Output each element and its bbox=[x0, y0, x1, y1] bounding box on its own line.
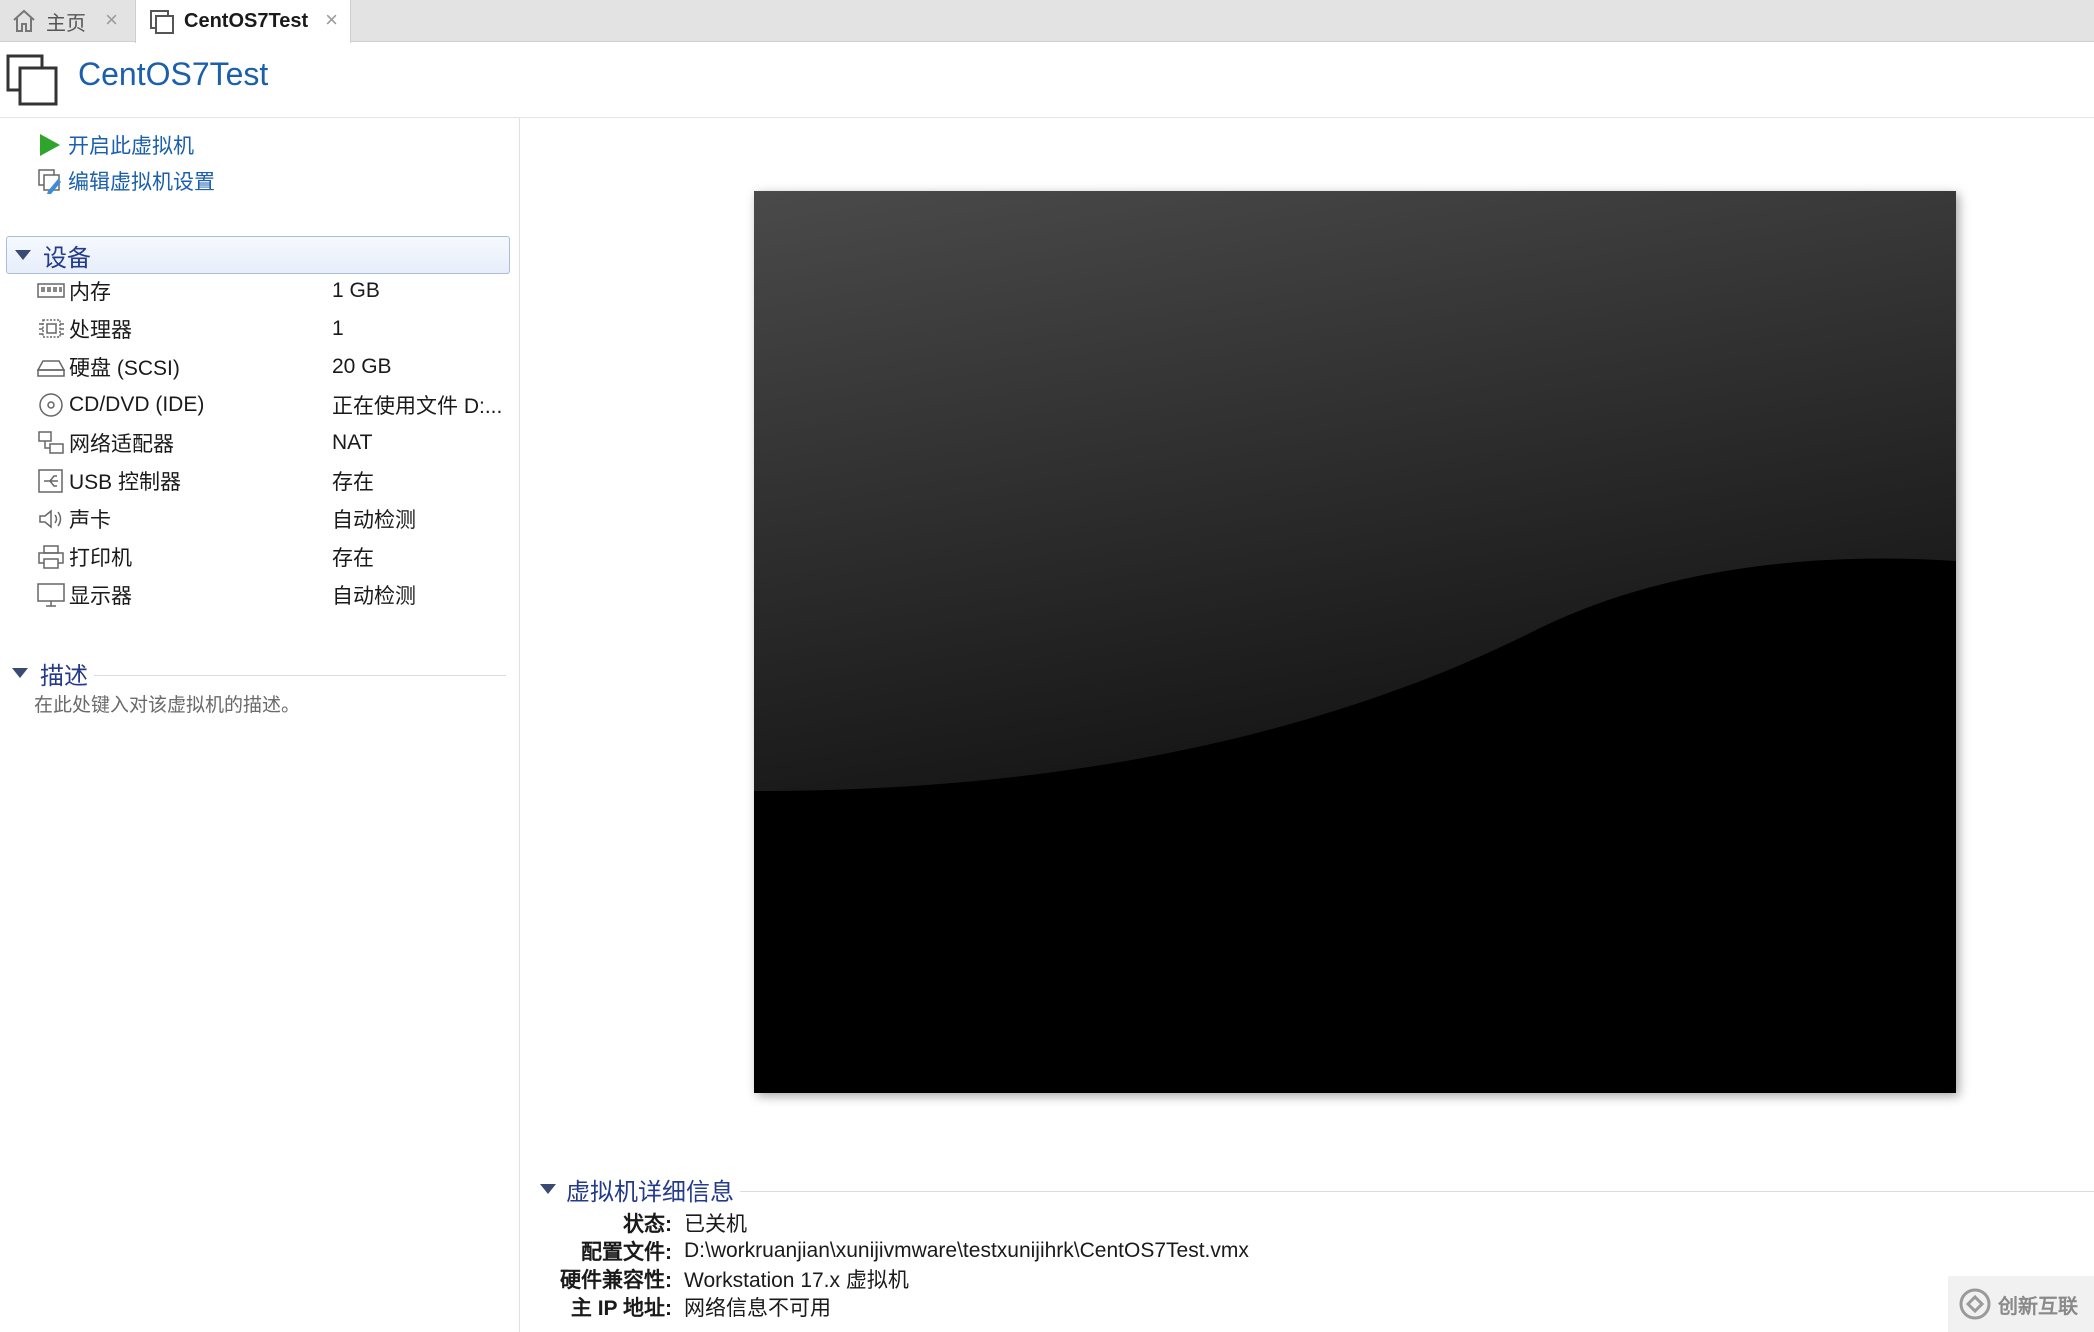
edit-settings-icon bbox=[38, 169, 61, 194]
detail-label: 状态: bbox=[623, 1213, 672, 1236]
device-value: 自动检测 bbox=[332, 509, 416, 532]
device-name: 显示器 bbox=[69, 585, 132, 608]
speaker-icon bbox=[39, 509, 62, 529]
vm-details-section-header[interactable]: 虚拟机详细信息 bbox=[540, 1172, 2094, 1206]
device-row-display[interactable]: 显示器 自动检测 bbox=[36, 578, 506, 612]
device-row-network-adapter[interactable]: 网络适配器 NAT bbox=[36, 426, 506, 460]
section-divider bbox=[94, 674, 506, 676]
home-icon bbox=[13, 9, 35, 32]
monitor-icon bbox=[37, 583, 65, 607]
device-value: 存在 bbox=[332, 471, 374, 494]
section-divider bbox=[740, 1190, 2094, 1192]
device-value: 1 GB bbox=[332, 279, 380, 302]
tab-centos7test[interactable]: CentOS7Test × bbox=[135, 0, 351, 43]
tab-home-label: 主页 bbox=[46, 12, 86, 35]
detail-value: D:\workruanjian\xunijivmware\testxunijih… bbox=[684, 1239, 1249, 1262]
detail-row-status: 状态: 已关机 bbox=[540, 1209, 1840, 1237]
detail-row-ip-address: 主 IP 地址: 网络信息不可用 bbox=[540, 1293, 1840, 1321]
memory-icon bbox=[37, 283, 65, 298]
hard-disk-icon bbox=[36, 360, 66, 377]
watermark: 创新互联 bbox=[1948, 1276, 2094, 1332]
device-value: 存在 bbox=[332, 547, 374, 570]
device-value: 1 bbox=[332, 317, 344, 340]
device-name: 处理器 bbox=[69, 319, 132, 342]
edit-settings-link[interactable]: 编辑虚拟机设置 bbox=[36, 166, 215, 196]
device-value: 20 GB bbox=[332, 355, 392, 378]
play-icon bbox=[40, 134, 60, 156]
vm-header: CentOS7Test bbox=[0, 42, 2094, 118]
device-row-usb[interactable]: USB 控制器 存在 bbox=[36, 464, 506, 498]
watermark-text: 创新互联 bbox=[1998, 1295, 2078, 1318]
device-row-memory[interactable]: 内存 1 GB bbox=[36, 274, 506, 308]
cd-dvd-icon bbox=[39, 393, 63, 417]
detail-row-hardware-compat: 硬件兼容性: Workstation 17.x 虚拟机 bbox=[540, 1265, 1840, 1293]
vm-large-icon bbox=[6, 54, 58, 106]
device-name: 内存 bbox=[69, 281, 111, 304]
tab-bar: 主页 × CentOS7Test × bbox=[0, 0, 2094, 43]
device-value: 正在使用文件 D:... bbox=[332, 395, 503, 418]
detail-value: 已关机 bbox=[684, 1213, 747, 1236]
tab-home-close-icon[interactable]: × bbox=[105, 9, 118, 31]
power-on-label: 开启此虚拟机 bbox=[68, 135, 194, 158]
collapse-triangle-icon bbox=[12, 668, 28, 678]
device-name: 硬盘 (SCSI) bbox=[69, 357, 180, 380]
left-panel: 开启此虚拟机 编辑虚拟机设置 设备 内存 1 GB 处理器 1 硬盘 (SCSI… bbox=[0, 118, 520, 1332]
device-row-sound-card[interactable]: 声卡 自动检测 bbox=[36, 502, 506, 536]
detail-label: 配置文件: bbox=[581, 1241, 672, 1264]
device-name: CD/DVD (IDE) bbox=[69, 393, 205, 416]
watermark-logo-icon bbox=[1959, 1288, 1991, 1320]
device-value: 自动检测 bbox=[332, 585, 416, 608]
detail-label: 硬件兼容性: bbox=[560, 1269, 672, 1292]
collapse-triangle-icon bbox=[540, 1184, 556, 1194]
vm-screen-preview[interactable] bbox=[754, 191, 1956, 1093]
tab-home[interactable]: 主页 × bbox=[0, 0, 130, 42]
screen-thumbnail-graphic bbox=[754, 191, 1956, 1093]
device-value: NAT bbox=[332, 431, 373, 454]
description-placeholder[interactable]: 在此处键入对该虚拟机的描述。 bbox=[34, 690, 300, 717]
device-name: 网络适配器 bbox=[69, 433, 174, 456]
vm-icon bbox=[150, 9, 174, 34]
edit-settings-label: 编辑虚拟机设置 bbox=[68, 171, 215, 194]
device-row-hard-disk[interactable]: 硬盘 (SCSI) 20 GB bbox=[36, 350, 506, 384]
device-row-cd-dvd[interactable]: CD/DVD (IDE) 正在使用文件 D:... bbox=[36, 388, 506, 422]
detail-value: 网络信息不可用 bbox=[684, 1297, 831, 1320]
device-name: 声卡 bbox=[69, 509, 111, 532]
detail-label: 主 IP 地址: bbox=[570, 1297, 672, 1320]
device-name: USB 控制器 bbox=[69, 471, 182, 494]
description-section-title: 描述 bbox=[40, 662, 88, 690]
devices-section-title: 设备 bbox=[43, 244, 91, 272]
device-name: 打印机 bbox=[69, 547, 132, 570]
device-row-cpu[interactable]: 处理器 1 bbox=[36, 312, 506, 346]
vm-details-section-title: 虚拟机详细信息 bbox=[566, 1178, 734, 1206]
detail-row-config-file: 配置文件: D:\workruanjian\xunijivmware\testx… bbox=[540, 1237, 1840, 1265]
power-on-link[interactable]: 开启此虚拟机 bbox=[36, 130, 194, 160]
printer-icon bbox=[38, 545, 64, 569]
device-row-printer[interactable]: 打印机 存在 bbox=[36, 540, 506, 574]
devices-section-header[interactable]: 设备 bbox=[6, 236, 510, 274]
detail-value: Workstation 17.x 虚拟机 bbox=[684, 1269, 909, 1292]
network-adapter-icon bbox=[38, 431, 64, 454]
usb-icon bbox=[38, 469, 63, 493]
cpu-icon bbox=[39, 319, 64, 338]
collapse-triangle-icon bbox=[15, 250, 31, 260]
tab-centos7test-close-icon[interactable]: × bbox=[325, 9, 338, 31]
page-title: CentOS7Test bbox=[78, 56, 269, 92]
tab-centos7test-label: CentOS7Test bbox=[184, 10, 309, 32]
description-section-header[interactable]: 描述 bbox=[12, 656, 506, 690]
